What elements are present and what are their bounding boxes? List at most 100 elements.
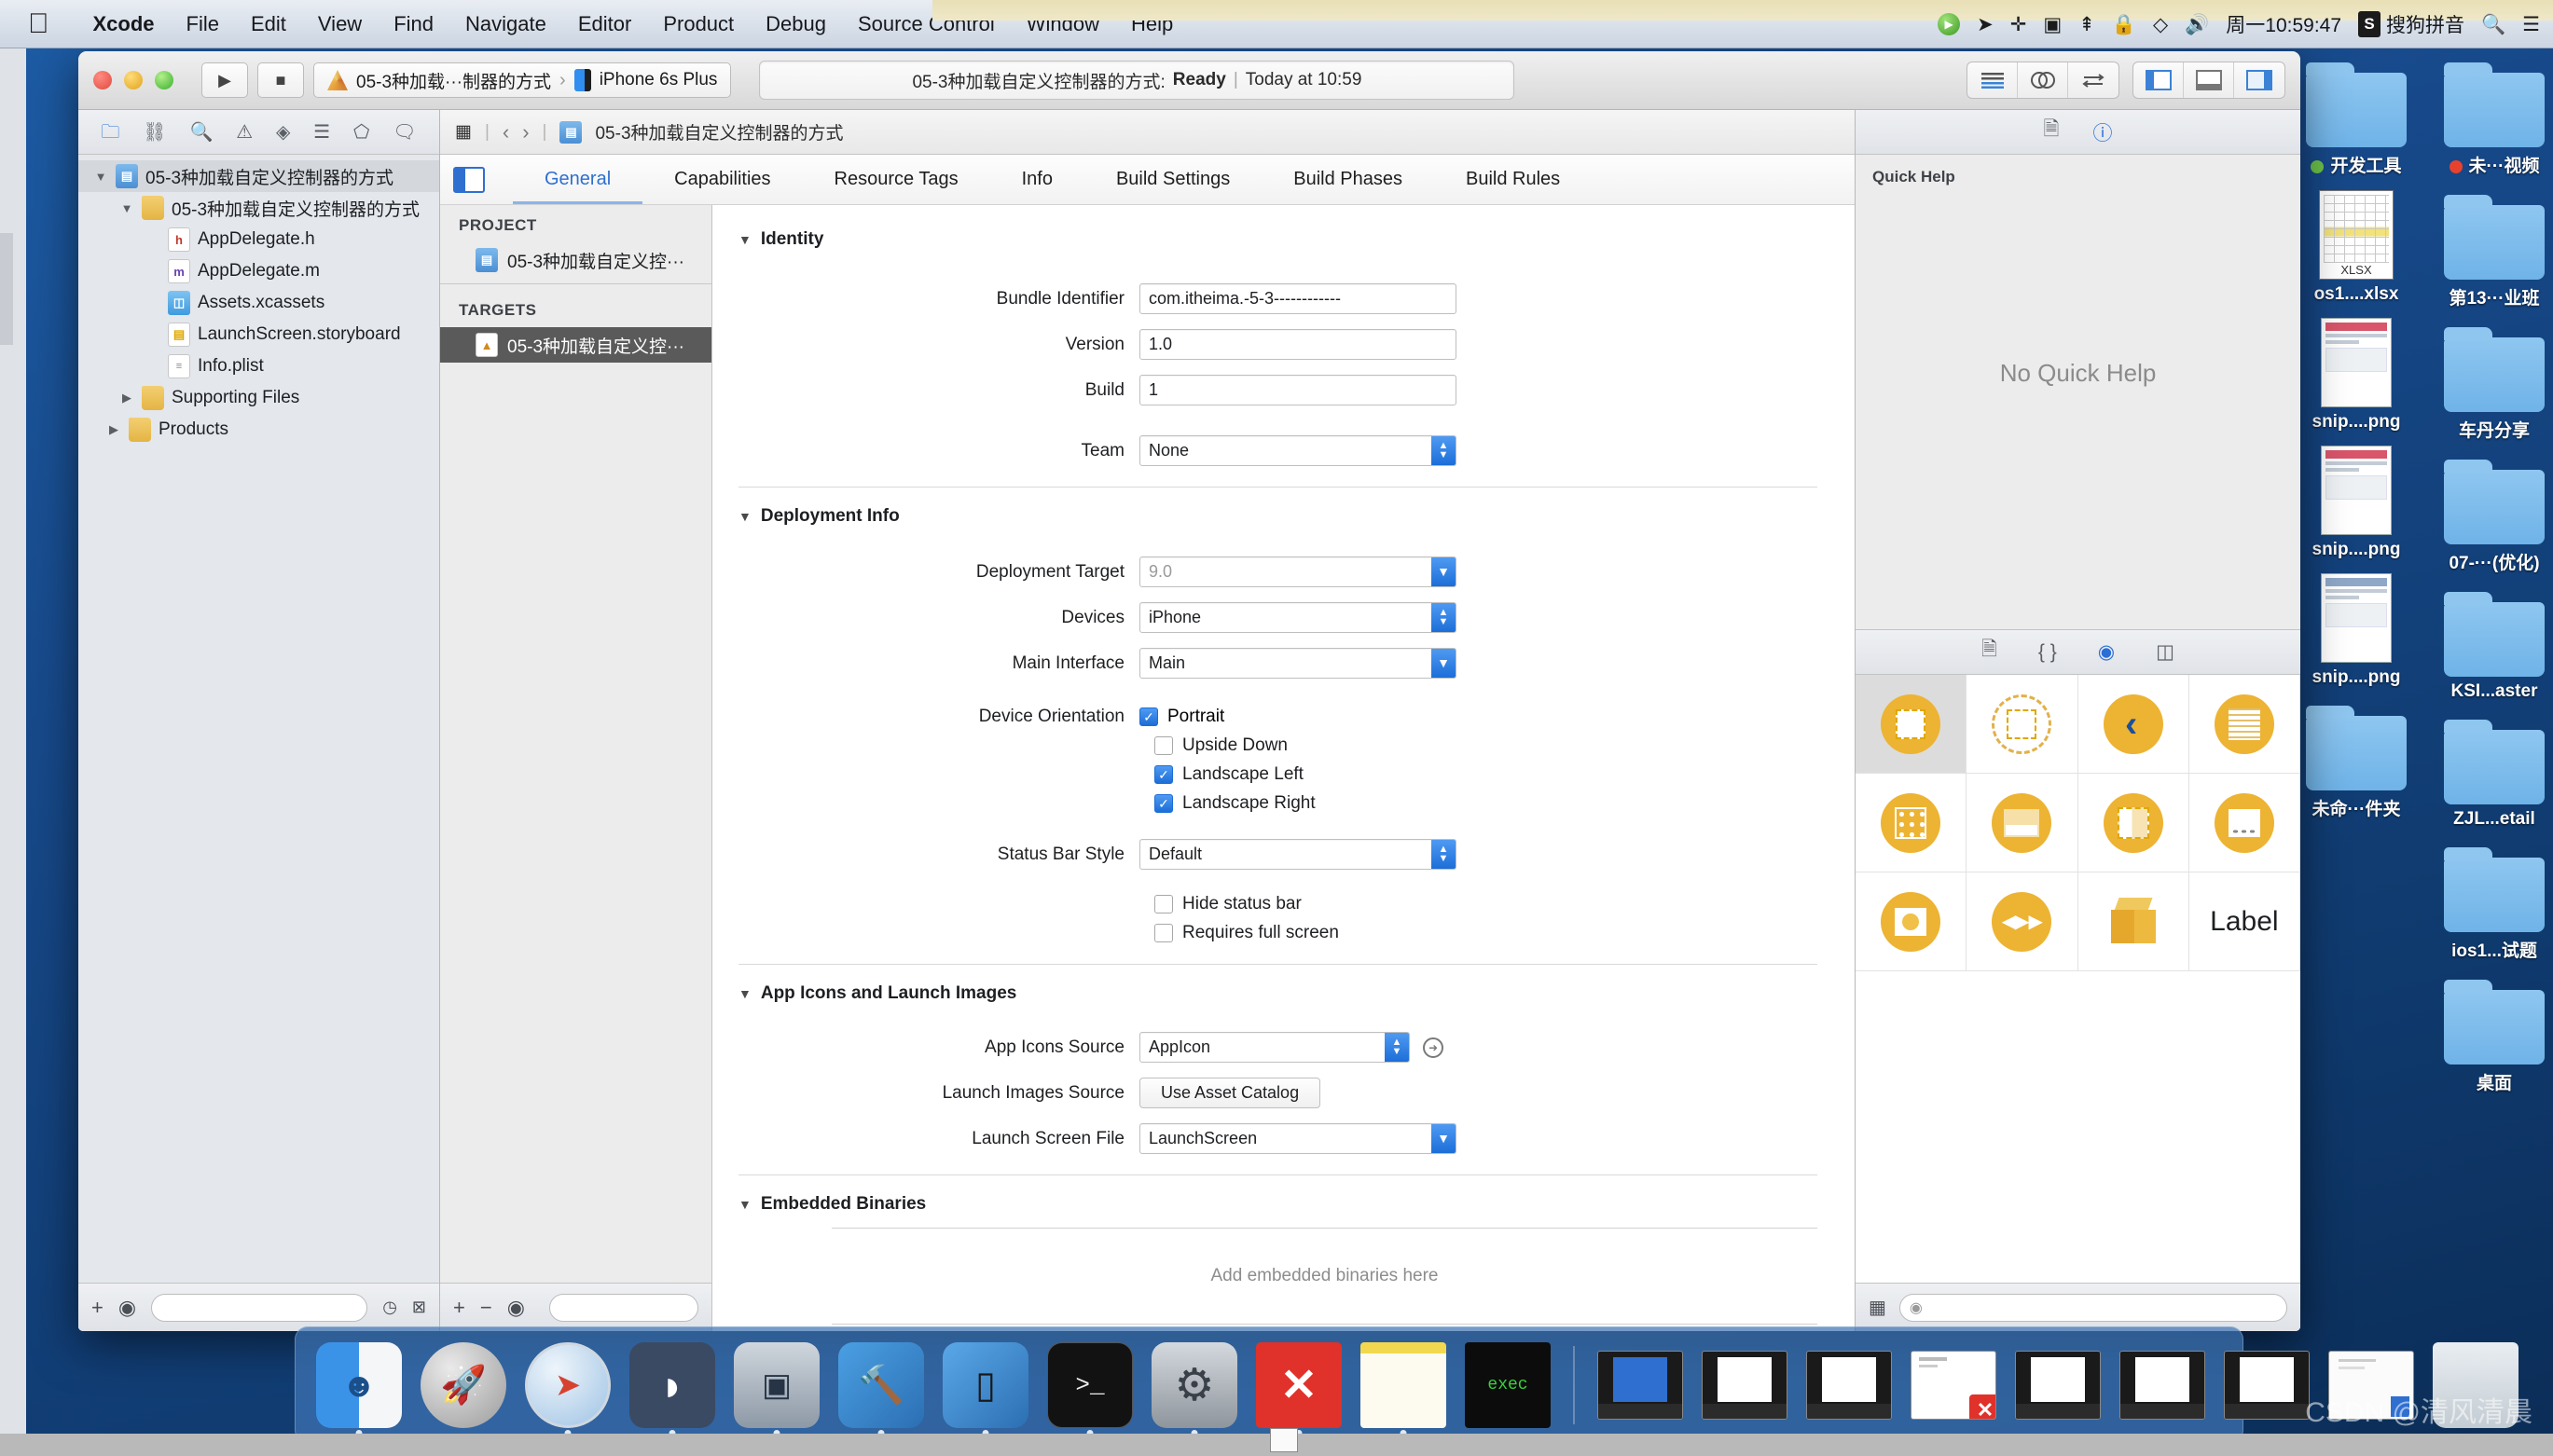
dock-window-4[interactable] [2009,1337,2106,1434]
toggle-targets-pane-icon[interactable] [453,166,485,193]
airplay-icon[interactable]: ⇞ [2078,15,2095,34]
dock-window-1[interactable] [1592,1337,1689,1434]
dock-item-quicktime[interactable]: ▣ [728,1337,825,1436]
editor-standard-icon[interactable] [1967,62,2018,98]
bluetooth-icon[interactable]: ✛ [2010,15,2027,34]
library-item-tab-bar-controller[interactable] [1966,774,2078,872]
section-header-app-icons[interactable]: ▼ App Icons and Launch Images [738,983,1817,1004]
status-bar-style-select[interactable]: Default ▲ ▼ [1139,839,1456,870]
nav-row-appdelegate-h[interactable]: · h AppDelegate.h [78,224,439,255]
library-item-navigation-controller[interactable]: ‹ [2077,675,2189,774]
dock-item-terminal[interactable]: >_ [1042,1337,1138,1436]
checkbox-landscape-right[interactable]: ✓ [1154,794,1173,813]
menu-item-find[interactable]: Find [378,12,449,36]
menu-item-navigate[interactable]: Navigate [449,12,562,36]
breakpoint-navigator-icon[interactable]: ⬠ [353,123,369,142]
nav-row-infoplist[interactable]: · ≡ Info.plist [78,350,439,382]
menu-item-xcode[interactable]: Xcode [77,12,171,36]
disclosure-triangle-icon[interactable]: ▼ [119,201,134,215]
tab-general[interactable]: General [513,155,642,204]
quick-help-icon[interactable]: ⓘ [2092,118,2112,146]
desktop-icon[interactable]: 开发工具 [2286,62,2426,177]
library-item-avkit-player-controller[interactable]: ◀▶▶ [1966,872,2078,971]
checkbox-requires-full-screen[interactable] [1154,924,1173,942]
desktop-icon[interactable]: snip....png [2286,318,2426,433]
dock-item-xcode[interactable]: 🔨 [833,1337,930,1436]
checkbox-hide-status-bar[interactable] [1154,895,1173,913]
file-template-library-icon[interactable]: 🗎 [1981,636,1997,668]
menubar-clock[interactable]: 周一10:59:47 [2226,10,2341,38]
dock-window-5[interactable] [2114,1337,2211,1434]
deployment-target-select[interactable]: 9.0 ▼ [1139,556,1456,587]
checkbox-landscape-left[interactable]: ✓ [1154,765,1173,784]
dock-item-system-preferences[interactable]: ⚙ [1146,1337,1243,1436]
run-button[interactable]: ▶ [201,62,248,98]
disclosure-triangle-icon[interactable]: ▼ [738,1197,752,1212]
issue-navigator-icon[interactable]: ⚠ [236,123,253,142]
library-item-view-controller[interactable] [1856,675,1967,774]
tab-info[interactable]: Info [990,155,1084,204]
section-header-deployment-info[interactable]: ▼ Deployment Info [738,506,1817,527]
target-list-item[interactable]: ▲ 05-3种加载自定义控··· [440,327,711,363]
dock-item-finder[interactable]: ☻ [310,1337,407,1436]
section-header-identity[interactable]: ▼ Identity [738,229,1817,250]
project-navigator-icon[interactable]: 🗀 [101,123,119,142]
dock-window-xmind-doc[interactable]: ✕ [1905,1337,2002,1434]
add-target-button[interactable]: + [453,1296,465,1320]
report-navigator-icon[interactable]: 🗨 [393,123,416,142]
menu-item-source-control[interactable]: Source Control [842,12,1011,36]
tab-build-rules[interactable]: Build Rules [1434,155,1592,204]
close-button[interactable] [93,71,112,89]
view-navigator-icon[interactable] [2133,62,2184,98]
library-item-label[interactable]: Label [2188,872,2300,971]
desktop-icon[interactable]: 车丹分享 [2424,326,2553,442]
version-input[interactable]: 1.0 [1139,329,1456,360]
scheme-selector[interactable]: 05-3种加载···制器的方式 › iPhone 6s Plus [313,62,732,98]
nav-row-products[interactable]: ▶ Products [78,414,439,446]
minimize-button[interactable] [124,71,143,89]
bundle-identifier-input[interactable]: com.itheima.-5-3------------ [1139,283,1456,314]
library-item-image-view-controller[interactable] [1856,872,1967,971]
app-icons-source-select[interactable]: AppIcon ▲ ▼ [1139,1032,1410,1063]
file-inspector-icon[interactable]: 🗎 [2044,116,2060,148]
launch-screen-file-select[interactable]: LaunchScreen ▼ [1139,1123,1456,1154]
dock-window-6[interactable] [2218,1337,2315,1434]
library-item-split-view-controller[interactable] [2077,774,2189,872]
tab-capabilities[interactable]: Capabilities [642,155,802,204]
editor-assistant-icon[interactable] [2018,62,2068,98]
nav-row-supporting-files[interactable]: ▶ Supporting Files [78,382,439,414]
view-debug-icon[interactable] [2184,62,2234,98]
desktop-icon[interactable]: 未···视频 [2424,62,2553,177]
dock-window-3[interactable] [1801,1337,1898,1434]
notification-center-icon[interactable]: ☰ [2522,15,2540,34]
volume-icon[interactable]: 🔊 [2185,15,2209,34]
reveal-in-assets-icon[interactable]: ➜ [1423,1037,1443,1058]
nav-row-appdelegate-m[interactable]: · m AppDelegate.m [78,255,439,287]
dock-item-safari[interactable]: ➤ [519,1337,616,1436]
dock-item-simulator[interactable]: ▯ [937,1337,1034,1436]
symbol-navigator-icon[interactable]: ⛓ [143,123,166,142]
test-navigator-icon[interactable]: ◈ [276,123,290,142]
build-input[interactable]: 1 [1139,375,1456,405]
code-snippet-library-icon[interactable]: { } [2038,641,2057,664]
breadcrumb[interactable]: 05-3种加载自定义控制器的方式 [595,119,843,144]
desktop-icon[interactable]: KSI...aster [2424,591,2553,702]
menu-item-debug[interactable]: Debug [750,12,842,36]
project-list-item[interactable]: ▤ 05-3种加载自定义控··· [440,242,711,278]
desktop-icon[interactable]: ios1...试题 [2424,846,2553,962]
menu-item-view[interactable]: View [302,12,378,36]
location-icon[interactable]: ➤ [1977,15,1994,34]
dock-window-2[interactable] [1696,1337,1793,1434]
navigator-filter-field[interactable] [151,1293,368,1322]
source-control-filter-icon[interactable]: ⊠ [412,1298,426,1317]
nav-row-launchscreen[interactable]: · ▤ LaunchScreen.storyboard [78,319,439,350]
desktop-icon[interactable]: snip....png [2286,446,2426,560]
library-item-object[interactable] [2077,872,2189,971]
library-item-page-view-controller[interactable] [2188,774,2300,872]
library-item-storyboard-reference[interactable] [1966,675,2078,774]
desktop-icon[interactable]: 未命···件夹 [2286,705,2426,820]
dock-item-exec[interactable]: exec [1459,1337,1556,1434]
add-file-button[interactable]: + [91,1296,104,1320]
library-item-table-view-controller[interactable] [2188,675,2300,774]
desktop-icon[interactable]: 07-···(优化) [2424,459,2553,574]
